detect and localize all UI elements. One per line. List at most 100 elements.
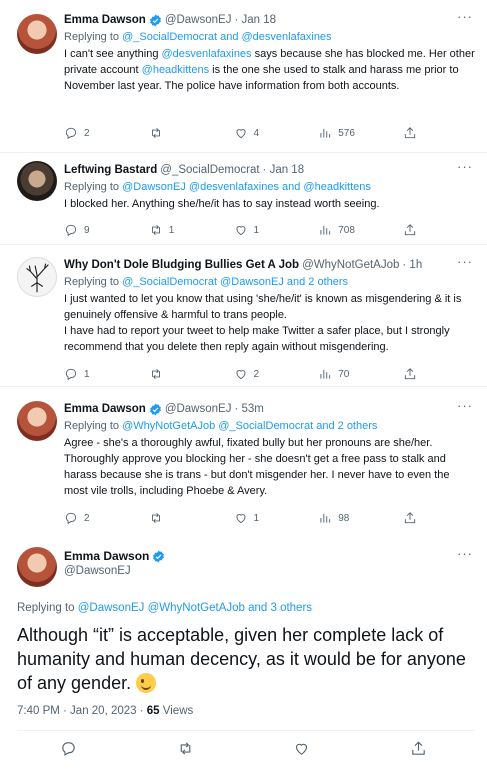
reply-mentions[interactable]: @_SocialDemocrat @DawsonEJ and 2 others xyxy=(122,276,348,288)
share-icon xyxy=(412,741,425,755)
avatar[interactable] xyxy=(17,401,57,441)
share-icon xyxy=(404,368,416,380)
retweet-icon xyxy=(180,742,190,755)
share-button[interactable] xyxy=(403,511,417,525)
verified-badge-icon xyxy=(149,14,161,26)
retweet-button[interactable] xyxy=(177,740,194,762)
reply-mentions[interactable]: @DawsonEJ @WhyNotGetAJob and 3 others xyxy=(78,602,312,614)
replying-to: Replying to @DawsonEJ @desvenlafaxines a… xyxy=(64,181,371,193)
tweet-4[interactable]: Emma Dawson @DawsonEJ · 53m Replying to … xyxy=(0,387,487,537)
like-button[interactable]: 1 xyxy=(234,511,294,525)
author-name[interactable]: Emma Dawson xyxy=(64,12,146,28)
author-handle[interactable]: @DawsonEJ xyxy=(64,565,131,577)
mention-link[interactable]: @headkittens xyxy=(142,64,209,76)
like-button[interactable] xyxy=(293,740,310,762)
retweet-icon xyxy=(151,513,160,523)
verified-badge-icon xyxy=(153,550,165,562)
author-handle[interactable]: @DawsonEJ xyxy=(165,401,232,417)
reply-icon xyxy=(65,512,77,525)
tweet-timestamp[interactable]: 7:40 PM · Jan 20, 2023 · xyxy=(17,705,144,717)
reply-icon xyxy=(65,127,77,140)
share-icon xyxy=(404,224,416,236)
views-button[interactable]: 98 xyxy=(318,511,378,525)
share-button[interactable] xyxy=(403,367,417,381)
avatar[interactable] xyxy=(17,161,57,201)
reply-icon xyxy=(65,368,77,381)
tweet-time[interactable]: · 1h xyxy=(402,257,422,273)
tweet-text: I just wanted to let you know that using… xyxy=(64,293,462,353)
share-button[interactable] xyxy=(403,223,417,237)
share-button[interactable] xyxy=(403,126,417,140)
more-options-icon[interactable]: ··· xyxy=(457,547,473,560)
retweet-icon xyxy=(151,225,160,235)
like-button[interactable]: 2 xyxy=(234,367,294,381)
retweet-icon xyxy=(151,369,160,379)
views-chart-icon xyxy=(320,369,331,379)
retweet-button[interactable] xyxy=(149,367,209,381)
tweet-time[interactable]: · Jan 18 xyxy=(263,162,305,178)
views-chart-icon xyxy=(320,128,331,138)
more-options-icon[interactable]: ··· xyxy=(457,160,473,173)
retweet-button[interactable] xyxy=(149,126,209,140)
replying-to: Replying to @_SocialDemocrat and @desven… xyxy=(64,31,332,43)
reply-icon xyxy=(62,742,75,756)
winking-face-icon xyxy=(136,673,157,693)
views-button[interactable]: 70 xyxy=(318,367,378,381)
views-chart-icon xyxy=(320,513,331,523)
divider xyxy=(17,730,475,731)
reply-button[interactable]: 1 xyxy=(64,367,124,381)
tweet-text: Although “it” is acceptable, given her c… xyxy=(17,625,466,693)
tree-icon xyxy=(26,263,49,293)
reply-mentions[interactable]: @_SocialDemocrat and @desvenlafaxines xyxy=(122,31,331,43)
like-button[interactable]: 4 xyxy=(234,126,294,140)
retweet-button[interactable]: 1 xyxy=(149,223,209,237)
author-name[interactable]: Emma Dawson xyxy=(64,549,149,563)
avatar[interactable] xyxy=(17,547,57,587)
views-chart-icon xyxy=(320,225,331,235)
tweet-2[interactable]: Leftwing Bastard @_SocialDemocrat · Jan … xyxy=(0,153,487,245)
mention-link[interactable]: @desvenlafaxines xyxy=(162,48,252,60)
focused-tweet: Emma Dawson @DawsonEJ ··· Replying to @D… xyxy=(0,537,487,773)
author-handle[interactable]: @WhyNotGetAJob xyxy=(302,257,399,273)
share-button[interactable] xyxy=(410,740,427,762)
replying-to: Replying to @WhyNotGetAJob @_SocialDemoc… xyxy=(64,420,378,432)
retweet-button[interactable] xyxy=(149,511,209,525)
reply-button[interactable]: 2 xyxy=(64,511,124,525)
more-options-icon[interactable]: ··· xyxy=(457,399,473,412)
more-options-icon[interactable]: ··· xyxy=(457,10,473,23)
tweet-text: Agree - she's a thoroughly awful, fixate… xyxy=(64,437,450,497)
tweet-text: I can't see anything @desvenlafaxines sa… xyxy=(64,48,475,92)
reply-button[interactable]: 2 xyxy=(64,126,124,140)
share-icon xyxy=(404,512,416,524)
like-button[interactable]: 1 xyxy=(234,223,294,237)
avatar[interactable] xyxy=(17,257,57,297)
tweet-3[interactable]: Why Don't Dole Bludging Bullies Get A Jo… xyxy=(0,245,487,387)
author-name[interactable]: Leftwing Bastard xyxy=(64,162,157,178)
heart-icon xyxy=(235,129,246,139)
focused-tweet-actions xyxy=(60,740,427,762)
share-icon xyxy=(404,127,416,139)
tweet-text: I blocked her. Anything she/he/it has to… xyxy=(64,198,380,210)
author-handle[interactable]: @DawsonEJ xyxy=(165,12,232,28)
reply-mentions[interactable]: @DawsonEJ @desvenlafaxines and @headkitt… xyxy=(122,181,371,193)
tweet-1[interactable]: Emma Dawson @DawsonEJ · Jan 18 Replying … xyxy=(0,0,487,153)
reply-mentions[interactable]: @WhyNotGetAJob @_SocialDemocrat and 2 ot… xyxy=(122,420,377,432)
reply-button[interactable]: 9 xyxy=(64,223,124,237)
heart-icon xyxy=(235,226,246,236)
author-name[interactable]: Emma Dawson xyxy=(64,401,146,417)
reply-button[interactable] xyxy=(60,740,77,762)
views-button[interactable]: 708 xyxy=(318,223,378,237)
views-label: Views xyxy=(162,705,194,717)
retweet-icon xyxy=(151,128,160,138)
more-options-icon[interactable]: ··· xyxy=(457,255,473,268)
tweet-time[interactable]: · Jan 18 xyxy=(234,12,276,28)
verified-badge-icon xyxy=(149,403,161,415)
heart-icon xyxy=(296,743,308,755)
avatar[interactable] xyxy=(17,14,57,54)
author-handle[interactable]: @_SocialDemocrat xyxy=(160,162,259,178)
tweet-time[interactable]: · 53m xyxy=(234,401,263,417)
author-name[interactable]: Why Don't Dole Bludging Bullies Get A Jo… xyxy=(64,257,299,273)
replying-to: Replying to @_SocialDemocrat @DawsonEJ a… xyxy=(64,276,349,288)
reply-icon xyxy=(65,224,77,237)
views-button[interactable]: 576 xyxy=(318,126,378,140)
